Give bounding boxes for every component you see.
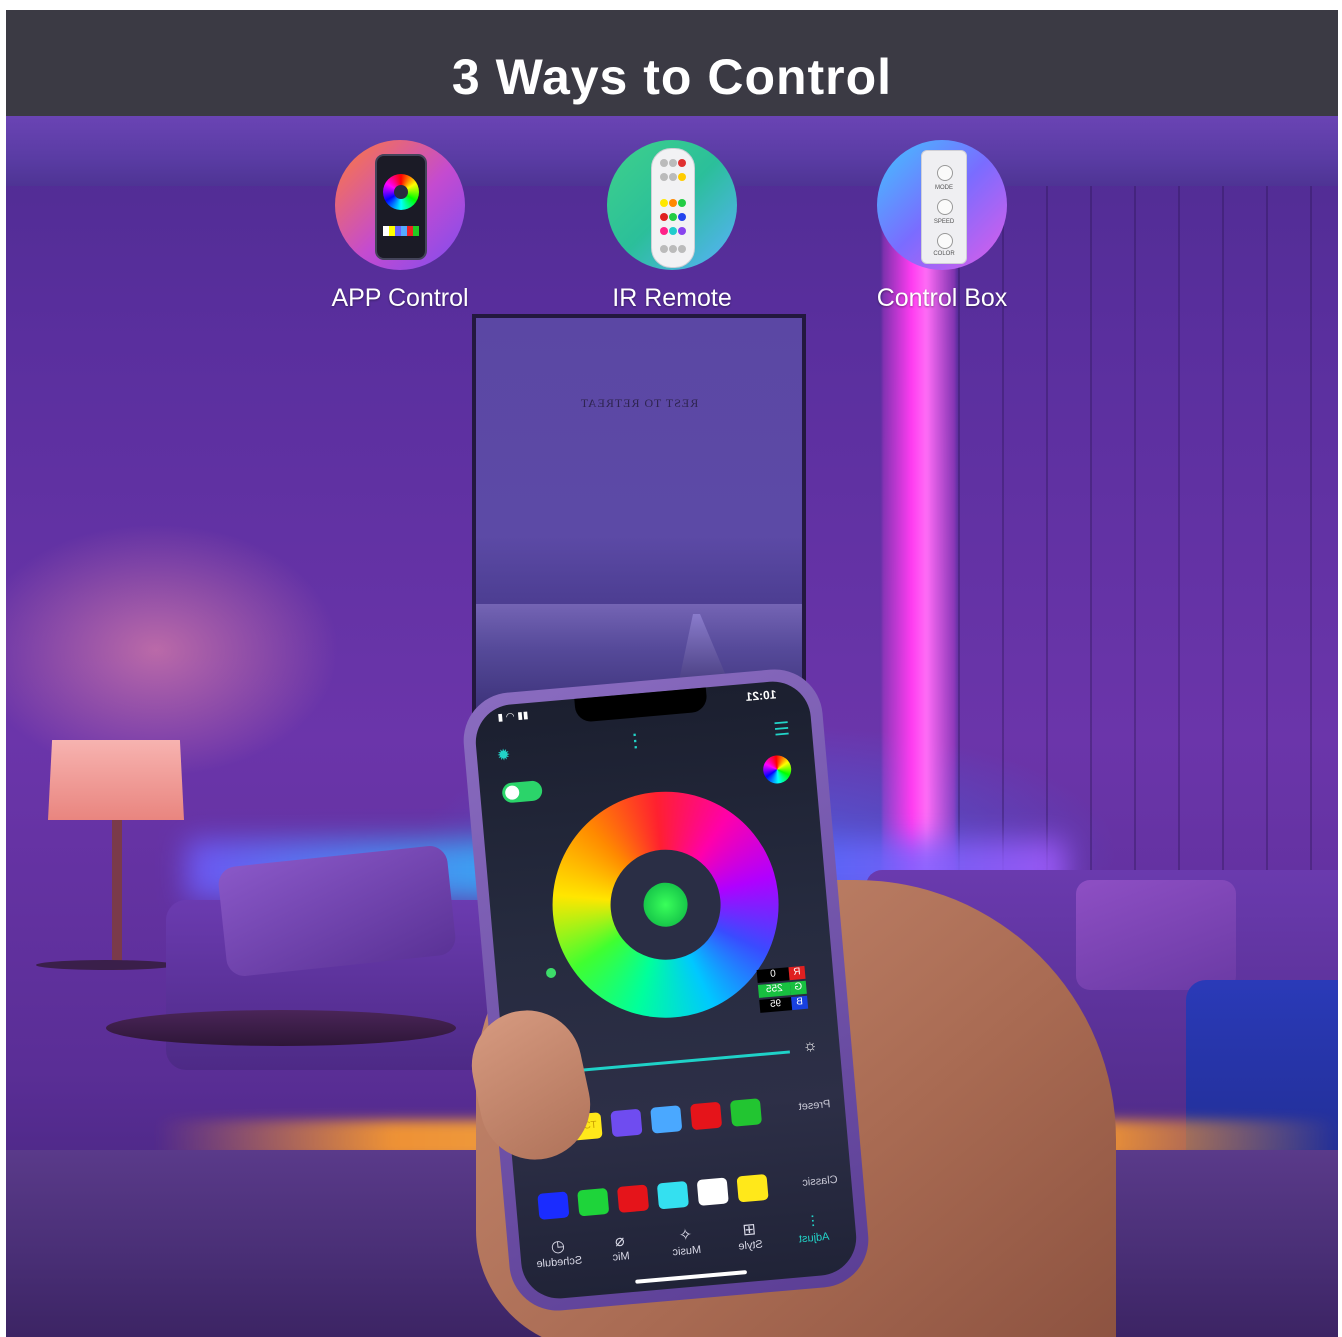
method-label: APP Control xyxy=(331,284,469,312)
sliders-icon: ⫶ xyxy=(631,729,639,755)
classic-swatch[interactable] xyxy=(656,1180,689,1210)
tab-music[interactable]: ✧ Music xyxy=(657,1223,716,1260)
method-label: Control Box xyxy=(876,284,1008,312)
lamp-stand xyxy=(112,820,122,970)
menu-icon[interactable]: ☰ xyxy=(773,718,791,740)
slider-track[interactable] xyxy=(554,1050,791,1075)
pillow-right xyxy=(1076,880,1236,990)
tab-style[interactable]: ⊞ Style xyxy=(720,1217,779,1254)
classic-swatch[interactable] xyxy=(696,1177,729,1206)
method-control-box: MODE SPEED COLOR Control Box xyxy=(842,140,1042,313)
color-wheel-handle[interactable] xyxy=(545,967,557,979)
app-control-badge xyxy=(335,140,465,270)
rgb-row-blue: 95 B xyxy=(759,995,810,1013)
brightness-high-icon: ☼ xyxy=(802,1037,819,1056)
page-title: 3 Ways to Control xyxy=(451,49,893,105)
classic-swatch[interactable] xyxy=(577,1187,610,1217)
classic-swatch[interactable] xyxy=(736,1173,769,1203)
preset-swatch[interactable] xyxy=(650,1105,683,1134)
ir-remote-badge xyxy=(607,140,737,270)
tab-mic[interactable]: ⌀ Mic xyxy=(591,1229,650,1266)
classic-swatch[interactable] xyxy=(616,1184,650,1213)
smartphone: ▮ ◠ ▮▮ 10:21 ✹ ⫶ ☰ 0 R 255 G 95 B ☼ CCT … xyxy=(459,665,873,1315)
classic-swatch[interactable] xyxy=(537,1191,570,1220)
green-label: G xyxy=(789,980,807,996)
blue-value: 95 xyxy=(759,997,793,1013)
speed-label: SPEED xyxy=(933,219,955,225)
classic-label: Classic xyxy=(801,1173,838,1189)
rgb-readout: 0 R 255 G 95 B xyxy=(756,965,811,1015)
status-time: 10:21 xyxy=(745,687,778,704)
status-icons: ▮ ◠ ▮▮ xyxy=(497,709,529,724)
preset-swatch[interactable] xyxy=(610,1108,643,1138)
app-screen: ▮ ◠ ▮▮ 10:21 ✹ ⫶ ☰ 0 R 255 G 95 B ☼ CCT … xyxy=(472,678,860,1302)
green-value: 255 xyxy=(757,982,791,998)
color-label: COLOR xyxy=(933,251,955,257)
gear-icon[interactable]: ✹ xyxy=(496,745,511,766)
ir-remote-icon xyxy=(651,148,695,268)
blue-label: B xyxy=(791,995,809,1011)
wall-poster: REST TO RETREAT xyxy=(472,314,806,718)
preset-swatch[interactable] xyxy=(729,1098,763,1127)
method-app-control: APP Control xyxy=(300,140,500,313)
lamp-shade xyxy=(48,740,184,820)
red-value: 0 xyxy=(756,967,790,983)
method-label: IR Remote xyxy=(612,284,732,312)
poster-title: REST TO RETREAT xyxy=(579,396,699,410)
preset-swatch[interactable] xyxy=(690,1101,723,1131)
preset-label: Preset xyxy=(798,1098,832,1113)
control-box-badge: MODE SPEED COLOR xyxy=(877,140,1007,270)
mode-label: MODE xyxy=(935,185,953,191)
power-toggle[interactable] xyxy=(501,780,543,804)
color-picker-button[interactable] xyxy=(762,754,793,785)
smartphone-app-icon xyxy=(375,154,427,260)
living-room-scene: 3 Ways to Control APP Control IR Remote … xyxy=(6,10,1338,1337)
tab-schedule[interactable]: ◷ Schedule xyxy=(529,1234,588,1271)
selected-color-preview xyxy=(641,880,690,929)
red-label: R xyxy=(788,965,806,981)
header-bar: 3 Ways to Control xyxy=(6,10,1338,116)
side-table xyxy=(36,960,176,970)
method-ir-remote: IR Remote xyxy=(572,140,772,313)
tab-adjust[interactable]: ⫶ Adjust xyxy=(784,1212,842,1247)
color-wheel[interactable] xyxy=(543,782,788,1028)
color-wheel-center xyxy=(605,845,726,965)
control-box-icon: MODE SPEED COLOR xyxy=(921,150,967,264)
coffee-table xyxy=(106,1010,456,1046)
